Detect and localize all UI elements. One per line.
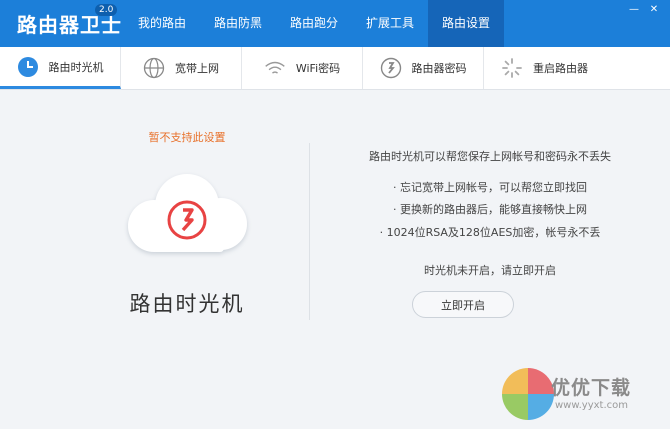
status-text: 时光机未开启，请立即开启 [424,264,556,277]
tab-label: WiFi密码 [295,62,341,75]
tab-router-password[interactable]: 路由器密码 [363,47,484,89]
lock-icon [380,57,402,79]
device-name: 路由时光机 [129,292,245,316]
tab-restart-router[interactable]: 重启路由器 [484,47,605,89]
tab-label: 路由器密码 [411,62,467,75]
nav-extension-tools[interactable]: 扩展工具 [352,0,428,47]
watermark-url: www.yyxt.com [555,400,629,411]
cloud-lock-illustration [122,168,252,260]
minimize-button[interactable]: — [627,4,641,16]
settings-tab-bar: 路由时光机 宽带上网 WiFi密码 路由器密码 重启路由器 [0,47,670,90]
nav-my-router[interactable]: 我的路由 [124,0,200,47]
top-bar: 路由器卫士 2.0 我的路由 路由防黑 路由跑分 扩展工具 路由设置 — ✕ [0,0,670,47]
tab-label: 宽带上网 [175,62,219,75]
restart-icon [501,57,523,79]
tab-time-machine[interactable]: 路由时光机 [0,47,121,89]
wifi-icon [264,57,286,79]
clock-icon [17,56,39,78]
open-now-button[interactable]: 立即开启 [412,291,514,318]
globe-icon [143,57,165,79]
tab-label: 重启路由器 [533,62,588,75]
close-button[interactable]: ✕ [647,4,661,16]
nav-router-settings[interactable]: 路由设置 [428,0,504,47]
feature-item: · 1024位RSA及128位AES加密，帐号永不丢 [379,226,601,239]
nav-router-antihack[interactable]: 路由防黑 [200,0,276,47]
headline: 路由时光机可以帮您保存上网帐号和密码永不丢失 [369,150,611,163]
tab-broadband[interactable]: 宽带上网 [121,47,242,89]
tab-label: 路由时光机 [48,60,104,74]
feature-item: · 忘记宽带上网帐号，可以帮您立即找回 [393,181,587,194]
watermark-text: 优优下载 [551,377,632,399]
unsupported-notice: 暂不支持此设置 [148,131,226,144]
tab-wifi-password[interactable]: WiFi密码 [242,47,363,89]
version-badge: 2.0 [95,4,118,16]
feature-item: · 更换新的路由器后，能够直接畅快上网 [393,203,587,216]
nav-router-benchmark[interactable]: 路由跑分 [276,0,352,47]
